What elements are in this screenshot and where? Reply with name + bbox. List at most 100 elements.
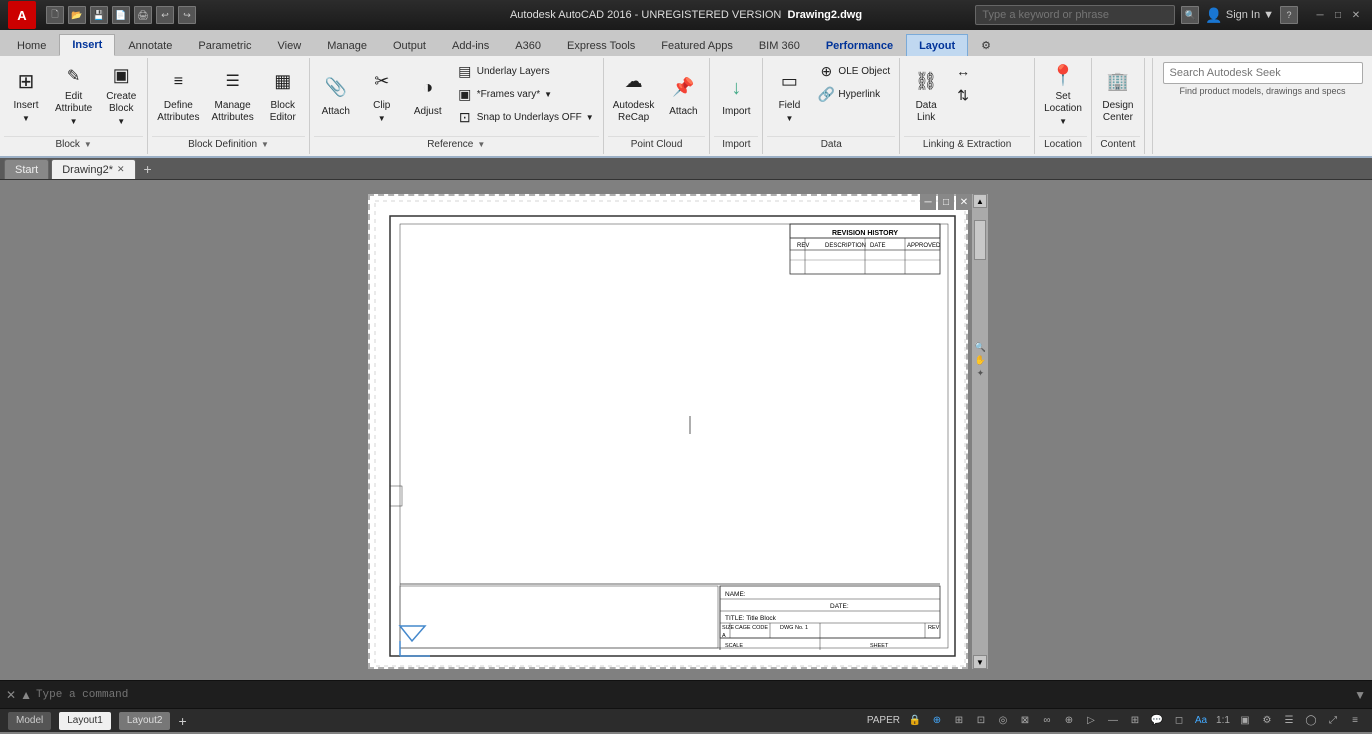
ducs-icon[interactable]: ⊕ [1060,712,1078,730]
tab-performance[interactable]: Performance [813,34,906,56]
tab-express-tools[interactable]: Express Tools [554,34,648,56]
dyn-icon[interactable]: ▷ [1082,712,1100,730]
fullscreen-icon[interactable]: ⤢ [1324,712,1342,730]
float-restore-btn[interactable]: □ [938,194,954,210]
field-btn[interactable]: ▭ Field ▼ [767,60,811,130]
save-btn[interactable]: 💾 [90,6,108,24]
underlay-layers-btn[interactable]: ▤ Underlay Layers [452,60,599,82]
reference-expand-arrow[interactable]: ▼ [477,140,485,149]
frames-vary-btn[interactable]: ▣ *Frames vary* ▼ [452,83,599,105]
save-as-btn[interactable]: 📄 [112,6,130,24]
keyword-search-input[interactable] [975,5,1175,25]
link-small-btn2[interactable]: ⇅ [950,84,1030,106]
drawing-canvas[interactable]: REVISION HISTORY REV DESCRIPTION DATE AP… [368,194,968,669]
create-block-btn[interactable]: ▣ CreateBlock ▼ [99,60,143,130]
search-icon[interactable]: 🔍 [1181,6,1199,24]
qp-icon[interactable]: 💬 [1148,712,1166,730]
block-editor-btn[interactable]: ▦ BlockEditor [261,60,305,130]
model-tab[interactable]: Model [8,712,51,730]
nav-icon1[interactable]: 🔍 [975,342,986,353]
open-file-btn[interactable]: 📂 [68,6,86,24]
cmd-close-btn[interactable]: ✕ [6,688,16,702]
minimize-btn[interactable]: ─ [1312,7,1328,23]
vertical-scrollbar[interactable]: ▲ 🔍 ✋ ✦ ▼ [972,194,988,669]
block-expand-arrow[interactable]: ▼ [84,140,92,149]
ortho-icon[interactable]: ⊡ [972,712,990,730]
sel-icon[interactable]: ◻ [1170,712,1188,730]
polar-icon[interactable]: ◎ [994,712,1012,730]
print-btn[interactable]: 🖨 [134,6,152,24]
attach2-btn[interactable]: 📌 Attach [661,60,705,130]
tab-manage[interactable]: Manage [314,34,380,56]
link-small-btn1[interactable]: ↔ [950,60,1030,82]
redo-btn[interactable]: ↪ [178,6,196,24]
data-link-btn[interactable]: ⛓ DataLink [904,60,948,130]
set-location-btn[interactable]: 📍 SetLocation ▼ [1039,60,1087,130]
help-icon[interactable]: ? [1280,6,1298,24]
ribbon-search-input[interactable] [1163,62,1363,84]
hyperlink-btn[interactable]: 🔗 Hyperlink [813,83,895,105]
tab-insert[interactable]: Insert [59,34,115,56]
tab-parametric[interactable]: Parametric [185,34,264,56]
new-layout-btn[interactable]: + [178,713,186,729]
drawing2-tab-close[interactable]: ✕ [117,164,125,175]
isolate-icon[interactable]: ◯ [1302,712,1320,730]
scroll-thumb[interactable] [974,220,986,260]
clip-btn[interactable]: ✂ Clip ▼ [360,60,404,130]
otrack-icon[interactable]: ∞ [1038,712,1056,730]
ole-object-btn[interactable]: ⊕ OLE Object [813,60,895,82]
restore-btn[interactable]: □ [1330,7,1346,23]
drawing-area[interactable]: ─ □ ✕ [0,180,1372,680]
tab-view[interactable]: View [265,34,315,56]
cmd-expand-btn[interactable]: ▲ [20,688,32,702]
osnap-icon[interactable]: ⊠ [1016,712,1034,730]
new-file-btn[interactable]: 🗋 [46,6,64,24]
anno-scale[interactable]: 1:1 [1214,712,1232,730]
tab-output[interactable]: Output [380,34,439,56]
float-close-btn[interactable]: ✕ [956,194,972,210]
snap-to-underlays-btn[interactable]: ⊡ Snap to Underlays OFF ▼ [452,106,599,128]
block-def-expand-arrow[interactable]: ▼ [261,140,269,149]
sign-in-btn[interactable]: 👤 Sign In ▼ [1205,7,1274,24]
tab-bim360[interactable]: BIM 360 [746,34,813,56]
command-input[interactable] [36,689,1350,701]
undo-btn[interactable]: ↩ [156,6,174,24]
customize-icon[interactable]: ≡ [1346,712,1364,730]
tab-home[interactable]: Home [4,34,59,56]
scroll-down-btn[interactable]: ▼ [973,655,987,669]
tab-layout[interactable]: Layout [906,34,968,56]
nav-icon3[interactable]: ✦ [977,368,985,379]
cmd-scroll-btn[interactable]: ▼ [1354,688,1366,702]
tab-featured-apps[interactable]: Featured Apps [648,34,746,56]
import-btn[interactable]: ↓ Import [714,60,758,130]
coords-icon[interactable]: ⊕ [928,712,946,730]
lock-icon[interactable]: 🔒 [906,712,924,730]
insert-btn[interactable]: ⊞ Insert ▼ [4,60,48,130]
tp-icon[interactable]: ⊞ [1126,712,1144,730]
float-minimize-btn[interactable]: ─ [920,194,936,210]
manage-attributes-btn[interactable]: ☰ ManageAttributes [207,60,259,130]
tab-add-ins[interactable]: Add-ins [439,34,502,56]
new-tab-btn[interactable]: + [138,159,158,179]
layout1-tab[interactable]: Layout1 [59,712,111,730]
close-btn[interactable]: ✕ [1348,7,1364,23]
workspace-icon[interactable]: ⚙ [1258,712,1276,730]
define-attributes-btn[interactable]: ≡ DefineAttributes [152,60,204,130]
vp-scale[interactable]: ▣ [1236,712,1254,730]
autodesk-recap-btn[interactable]: ☁ AutodeskReCap [608,60,660,130]
grid-icon[interactable]: ⊞ [950,712,968,730]
tab-start[interactable]: Start [4,159,49,179]
ui-icon[interactable]: ☰ [1280,712,1298,730]
tab-options[interactable]: ⚙ [968,34,1004,56]
edit-attribute-btn[interactable]: ✎ EditAttribute ▼ [50,60,97,130]
adjust-btn[interactable]: ◑ Adjust [406,60,450,130]
nav-icon2[interactable]: ✋ [975,355,986,366]
anno-icon[interactable]: Aa [1192,712,1210,730]
tab-drawing2[interactable]: Drawing2* ✕ [51,159,135,179]
tab-a360[interactable]: A360 [502,34,554,56]
tab-annotate[interactable]: Annotate [115,34,185,56]
lw-icon[interactable]: — [1104,712,1122,730]
design-center-btn[interactable]: 🏢 DesignCenter [1096,60,1140,130]
layout2-tab[interactable]: Layout2 [119,712,171,730]
attach-btn[interactable]: 📎 Attach [314,60,358,130]
